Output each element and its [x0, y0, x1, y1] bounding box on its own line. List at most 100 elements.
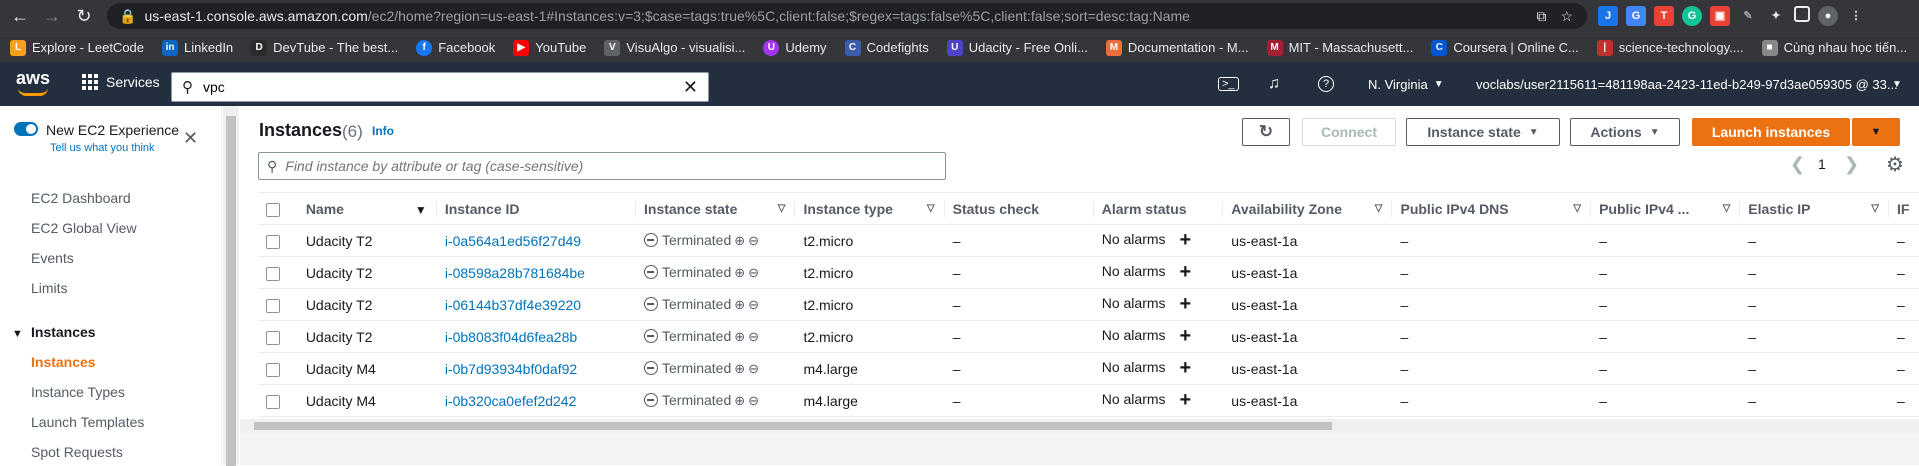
bookmark-item[interactable]: V VisuAlgo - visualisi...: [604, 39, 745, 56]
add-alarm-icon[interactable]: +: [1180, 325, 1192, 347]
table-row[interactable]: Udacity T2 i-0b8083f04d6fea28b Terminate…: [258, 320, 1919, 353]
sidepanel-icon[interactable]: [1794, 6, 1810, 22]
aws-logo[interactable]: aws: [16, 68, 52, 98]
column-header-availability-zone[interactable]: Availability Zone ▽: [1223, 192, 1393, 225]
column-header-name[interactable]: Name ▼: [297, 192, 437, 225]
star-icon[interactable]: ☆: [1560, 3, 1573, 29]
sidebar-item-ec2-dashboard[interactable]: EC2 Dashboard: [31, 190, 131, 206]
close-icon[interactable]: ✕: [683, 77, 698, 98]
extension-box-icon[interactable]: ▣: [1710, 6, 1730, 26]
bookmark-item[interactable]: D DevTube - The best...: [251, 39, 398, 56]
zoom-in-icon[interactable]: ⊕: [734, 329, 745, 345]
sidebar-section-instances[interactable]: Instances: [31, 324, 96, 340]
add-alarm-icon[interactable]: +: [1180, 261, 1192, 283]
zoom-out-icon[interactable]: ⊖: [748, 329, 759, 345]
sidebar-item-launch-templates[interactable]: Launch Templates: [31, 414, 144, 430]
address-bar[interactable]: 🔒 us-east-1.console.aws.amazon.com/ec2/h…: [107, 3, 1587, 29]
filter-input[interactable]: [285, 158, 926, 174]
instance-filter[interactable]: ⚲: [258, 152, 946, 180]
bookmark-item[interactable]: U Udacity - Free Onli...: [946, 39, 1088, 56]
forward-icon[interactable]: →: [38, 0, 66, 32]
extension-j-icon[interactable]: J: [1598, 6, 1618, 26]
bookmark-item[interactable]: C Codefights: [844, 39, 929, 56]
add-alarm-icon[interactable]: +: [1180, 293, 1192, 315]
sidebar-item-events[interactable]: Events: [31, 250, 74, 266]
table-row[interactable]: Udacity T2 i-08598a28b781684be Terminate…: [258, 256, 1919, 289]
actions-button[interactable]: Actions ▼: [1570, 118, 1680, 146]
zoom-in-icon[interactable]: ⊕: [734, 265, 745, 281]
row-checkbox[interactable]: [258, 352, 298, 385]
close-icon[interactable]: ✕: [183, 128, 198, 149]
sidebar-item-instances[interactable]: Instances: [31, 354, 96, 370]
bell-icon[interactable]: ♫: [1268, 62, 1280, 106]
column-header-public-ipv4-dns[interactable]: Public IPv4 DNS ▽: [1392, 192, 1592, 225]
instance-state-button[interactable]: Instance state ▼: [1406, 118, 1560, 146]
gear-icon[interactable]: ⚙: [1886, 152, 1904, 177]
extension-grammarly-icon[interactable]: G: [1682, 6, 1702, 26]
menu-icon[interactable]: ⋮: [1846, 6, 1866, 26]
caret-down-icon[interactable]: ▼: [12, 328, 23, 340]
info-link[interactable]: Info: [372, 124, 394, 138]
bookmark-item[interactable]: M MIT - Massachusett...: [1266, 39, 1413, 56]
back-icon[interactable]: ←: [6, 0, 34, 32]
cell-instance-id[interactable]: i-08598a28b781684be: [436, 256, 636, 289]
column-header-instance-type[interactable]: Instance type ▽: [795, 192, 945, 225]
table-row[interactable]: Udacity M4 i-0b7d93934bf0daf92 Terminate…: [258, 352, 1919, 385]
bookmark-item[interactable]: in LinkedIn: [162, 39, 233, 56]
page-number[interactable]: 1: [1818, 156, 1826, 172]
sidebar-item-instance-types[interactable]: Instance Types: [31, 384, 125, 400]
add-alarm-icon[interactable]: +: [1180, 229, 1192, 251]
select-all-checkbox[interactable]: [258, 192, 298, 225]
console-search[interactable]: ⚲ ✕: [171, 72, 709, 102]
cell-instance-id[interactable]: i-0a564a1ed56f27d49: [436, 224, 636, 257]
row-checkbox[interactable]: [258, 224, 298, 257]
launch-instances-button[interactable]: Launch instances: [1692, 118, 1850, 146]
chevron-down-icon[interactable]: ▼: [1892, 62, 1902, 106]
share-icon[interactable]: ⧉: [1536, 3, 1546, 29]
add-alarm-icon[interactable]: +: [1180, 389, 1192, 411]
column-header-elastic-ip[interactable]: Elastic IP ▽: [1740, 192, 1889, 225]
zoom-in-icon[interactable]: ⊕: [734, 393, 745, 409]
launch-dropdown-button[interactable]: ▼: [1852, 118, 1900, 146]
row-checkbox[interactable]: [258, 320, 298, 353]
feedback-link[interactable]: Tell us what you think: [50, 142, 155, 154]
add-alarm-icon[interactable]: +: [1180, 357, 1192, 379]
horizontal-scrollbar[interactable]: [240, 419, 1919, 433]
bookmark-item[interactable]: C Coursera | Online C...: [1431, 39, 1579, 56]
zoom-out-icon[interactable]: ⊖: [748, 297, 759, 313]
services-menu[interactable]: Services: [82, 74, 160, 90]
column-header-ipv6[interactable]: IF: [1888, 192, 1919, 225]
bookmark-item[interactable]: ■ Cùng nhau học tiến...: [1761, 39, 1907, 56]
column-header-status-check[interactable]: Status check: [944, 192, 1094, 225]
cell-instance-id[interactable]: i-0b7d93934bf0daf92: [436, 352, 636, 385]
zoom-out-icon[interactable]: ⊖: [748, 233, 759, 249]
sidebar-item-spot-requests[interactable]: Spot Requests: [31, 444, 123, 460]
row-checkbox[interactable]: [258, 288, 298, 321]
search-input[interactable]: [203, 79, 643, 95]
zoom-in-icon[interactable]: ⊕: [734, 361, 745, 377]
table-row[interactable]: Udacity T2 i-0a564a1ed56f27d49 Terminate…: [258, 224, 1919, 257]
avatar[interactable]: ●: [1818, 6, 1838, 26]
cell-instance-id[interactable]: i-0b320ca0efef2d242: [436, 384, 636, 417]
puzzle-icon[interactable]: ✦: [1766, 6, 1786, 26]
next-page-icon[interactable]: ❯: [1844, 154, 1859, 175]
extension-translate-icon[interactable]: G: [1626, 6, 1646, 26]
bookmark-item[interactable]: | science-technology....: [1596, 39, 1744, 56]
cell-instance-id[interactable]: i-0b8083f04d6fea28b: [436, 320, 636, 353]
extension-pen-icon[interactable]: ✎: [1738, 6, 1758, 26]
sidebar-item-limits[interactable]: Limits: [31, 280, 68, 296]
zoom-out-icon[interactable]: ⊖: [748, 361, 759, 377]
row-checkbox[interactable]: [258, 384, 298, 417]
refresh-button[interactable]: ↻: [1242, 118, 1290, 146]
bookmark-item[interactable]: U Udemy: [763, 39, 827, 56]
column-header-instance-id[interactable]: Instance ID: [436, 192, 636, 225]
bookmark-item[interactable]: ▶ YouTube: [513, 39, 586, 56]
region-selector[interactable]: N. Virginia ▼: [1368, 62, 1444, 106]
column-header-public-ipv4[interactable]: Public IPv4 ... ▽: [1591, 192, 1741, 225]
reload-icon[interactable]: ↻: [70, 0, 98, 32]
column-header-alarm-status[interactable]: Alarm status: [1093, 192, 1224, 225]
connect-button[interactable]: Connect: [1302, 118, 1396, 146]
account-menu[interactable]: voclabs/user2115611=481198aa-2423-11ed-b…: [1476, 62, 1901, 106]
zoom-out-icon[interactable]: ⊖: [748, 393, 759, 409]
new-experience-toggle[interactable]: [14, 122, 38, 136]
